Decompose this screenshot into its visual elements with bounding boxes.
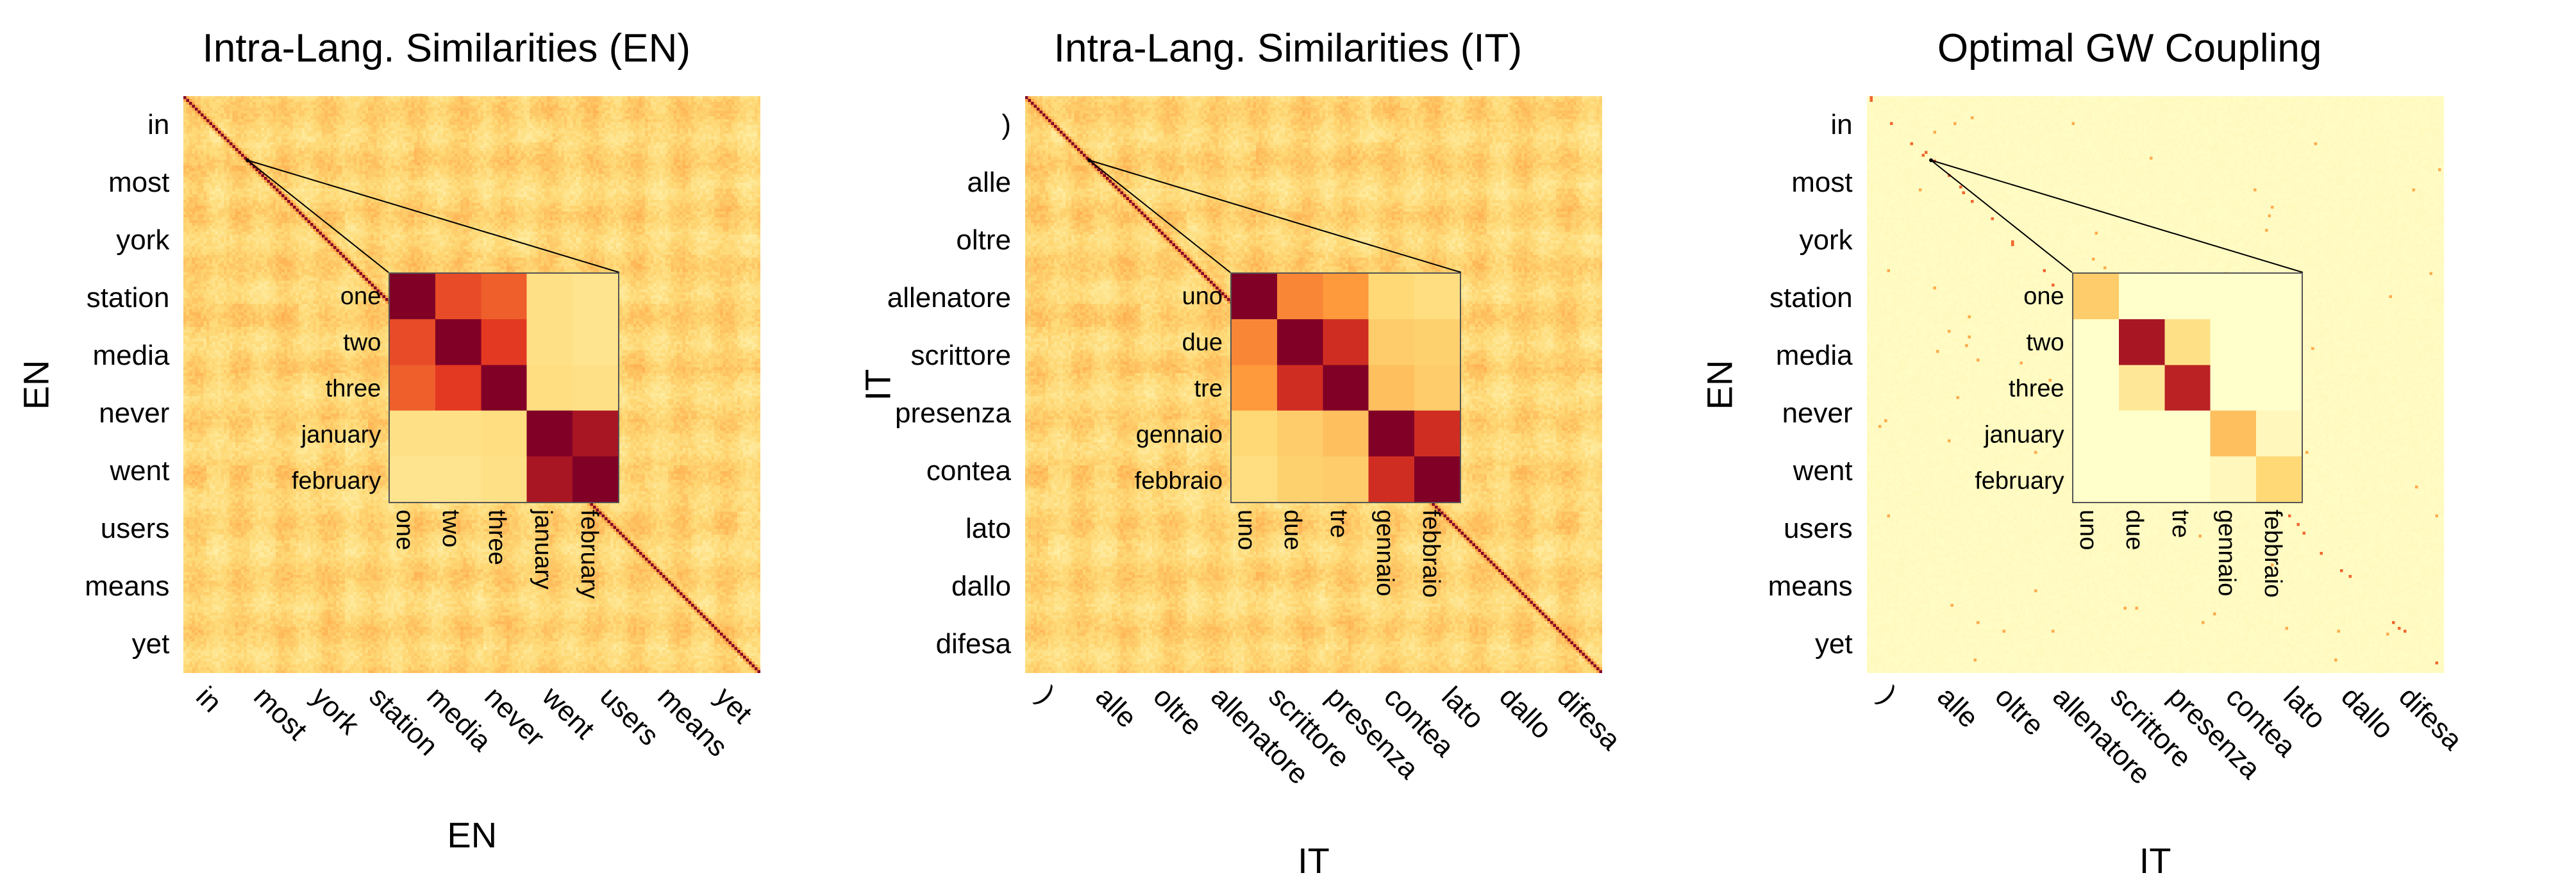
y-tick: users [1784,513,1853,545]
x-axis-ticks: )alleoltreallenatorescrittorepresenzacon… [1025,673,1602,814]
y-tick: station [87,282,170,314]
x-tick: dallo [2334,681,2399,745]
y-tick: dallo [951,570,1011,603]
y-tick: most [1791,167,1852,199]
inset-y-tick: january [1984,422,2064,449]
inset-y-tick: three [326,376,381,403]
inset-x-tick: febbraio [1417,510,1444,597]
y-tick: most [108,167,169,199]
x-axis-label: IT [1025,840,1602,881]
heatmap-area: one two three january february unoduetregenn… [1867,96,2444,673]
y-tick: yet [1815,628,1853,660]
inset-y-tick: january [301,422,381,449]
inset-heatmap: unoduetregennaiofebbraio unoduetregennai… [1230,272,1461,503]
y-tick: users [101,513,170,545]
y-axis-ticks: in most york station media never went users mean… [1726,96,1861,673]
y-tick: contea [926,455,1011,487]
y-tick: oltre [956,224,1011,256]
x-tick: users [594,681,665,752]
panel-title: Optimal GW Coupling [1726,26,2534,71]
x-tick: went [536,681,601,745]
inset-y-tick: one [2023,283,2064,311]
y-tick: difesa [936,628,1011,660]
y-axis-ticks: in most york station media never went users mean… [42,96,177,673]
figure: Intra-Lang. Similarities (EN) EN onetwot… [0,0,2576,882]
inset-x-tick: gennaio [2212,510,2240,596]
inset-x-tick: tre [2166,510,2194,538]
x-tick: dallo [1493,681,1558,745]
x-axis-label: EN [183,814,760,856]
y-tick: allenatore [887,282,1011,314]
inset-y-tick: tre [1194,376,1223,403]
y-tick: in [1830,109,1852,141]
inset-heatmap: onetwothreejanuaryfebruary onetwothreeja… [389,272,619,503]
y-tick: went [1793,455,1853,487]
x-tick: oltre [1147,681,1209,742]
y-tick: station [1769,282,1853,314]
x-tick: york [305,681,365,741]
inset-y-tick: febbraio [1135,468,1223,495]
y-tick: lato [966,513,1011,545]
inset-y-tick: three [2009,376,2064,403]
inset-x-tick: three [483,510,510,565]
y-tick: media [92,340,169,372]
x-tick: alle [1930,681,1984,735]
x-tick: ) [1873,681,1902,710]
inset-y-tick: uno [1182,283,1223,311]
inset-y-tick: gennaio [1136,422,1223,449]
y-tick: alle [967,167,1011,199]
panel-title: Intra-Lang. Similarities (EN) [42,26,850,71]
inset-y-tick: two [2027,329,2064,357]
x-tick: in [190,681,228,719]
inset-x-tick: febbraio [2259,510,2286,597]
x-axis-label: IT [1867,840,2444,881]
heatmap-area: unoduetregennaiofebbraio unoduetregennai… [1025,96,1602,673]
panel-en: Intra-Lang. Similarities (EN) EN onetwot… [42,26,850,856]
y-tick: york [116,224,169,256]
inset-x-tick: february [575,510,603,599]
y-tick: never [99,397,169,429]
inset-y-tick: february [1975,468,2064,495]
x-tick: difesa [1551,681,1627,756]
heatmap-area: onetwothreejanuaryfebruary onetwothreeja… [183,96,760,673]
y-tick: yet [132,628,170,660]
inset-x-tick: uno [1232,510,1260,550]
y-tick: media [1776,340,1853,372]
y-tick: in [147,109,169,141]
inset-y-tick: february [292,468,381,495]
y-tick: ) [1001,109,1011,141]
x-axis-ticks: inmostyorkstationmedianeverwentusersmean… [183,673,760,814]
x-tick: difesa [2392,681,2468,756]
x-tick: alle [1089,681,1143,735]
inset-y-tick: one [340,283,381,311]
y-tick: never [1782,397,1853,429]
x-tick: yet [709,681,758,730]
x-tick: oltre [1988,681,2050,742]
inset-x-tick: due [1278,510,1306,550]
inset-x-tick: january [529,510,556,590]
panel-gw: Optimal GW Coupling EN onetwothreejanuar… [1726,26,2534,856]
inset-x-tick: two [437,510,464,547]
inset-x-tick: uno [2074,510,2102,550]
y-tick: scrittore [911,340,1011,372]
inset-y-tick: two [343,329,381,357]
x-axis-ticks: )alleoltreallenatorescrittorepresenzacon… [1867,673,2444,814]
inset-y-tick: due [1182,329,1223,357]
y-tick: presenza [895,397,1011,429]
inset-heatmap: onetwothreejanuaryfebruary unoduetregenn… [2072,272,2303,503]
y-tick: went [110,455,169,487]
panel-it: Intra-Lang. Similarities (IT) IT unoduet… [884,26,1692,856]
y-axis-ticks: ) alle oltre allenatore scrittore presenza con… [884,96,1019,673]
panel-title: Intra-Lang. Similarities (IT) [884,26,1692,71]
inset-x-tick: gennaio [1371,510,1398,596]
y-tick: york [1800,224,1853,256]
y-tick: means [1768,570,1853,603]
x-tick: ) [1032,681,1061,710]
y-tick: means [85,570,169,603]
x-tick: most [247,681,314,747]
inset-x-tick: due [2120,510,2148,550]
inset-x-tick: one [390,510,418,550]
inset-x-tick: tre [1325,510,1352,538]
